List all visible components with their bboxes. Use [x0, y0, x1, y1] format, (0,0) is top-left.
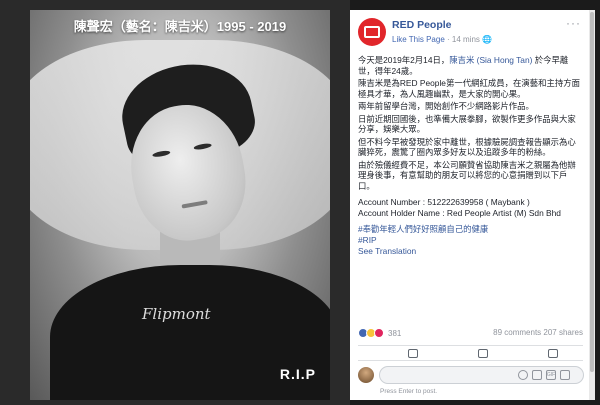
post-text: 今天是2019年2月14日，陳吉米 (Sia Hong Tan) 於今早離世，得…	[358, 55, 584, 257]
post-actions	[358, 345, 583, 361]
hashtag-health[interactable]: #奉勸年輕人們好好照顧自己的健康	[358, 224, 584, 235]
post-paragraph-6: 由於殮儀經費不足，本公司願贊省協助陳吉米之親屬為他辦理身後事，有意幫助的朋友可以…	[358, 159, 576, 191]
account-number: Account Number : 512222639958 ( Maybank …	[358, 197, 530, 207]
camera-icon[interactable]	[532, 370, 542, 380]
post-paragraph-4: 日前近期回國後，也準備大展拳腳，欲製作更多作品與大家分享，娛樂大眾。	[358, 113, 576, 135]
hashtag-rip[interactable]: #RIP	[358, 235, 584, 246]
reactions[interactable]: 381	[358, 328, 401, 338]
rip-text: R.I.P	[279, 366, 316, 382]
mouth	[181, 200, 208, 209]
right-eye	[193, 142, 213, 151]
account-info: Account Number : 512222639958 ( Maybank …	[358, 197, 584, 218]
meta-separator: ·	[447, 35, 450, 44]
page-avatar[interactable]	[358, 18, 386, 46]
more-options-icon[interactable]: ···	[566, 16, 581, 30]
post-paragraph-1: 今天是2019年2月14日，陳吉米 (Sia Hong Tan) 於今早離世，得…	[358, 55, 584, 76]
love-reaction-icon	[374, 328, 384, 338]
press-enter-hint: Press Enter to post.	[380, 388, 438, 395]
like-icon[interactable]	[408, 349, 418, 358]
post-paragraph-3: 兩年前留學台灣，開始創作不少網路影片作品。	[358, 101, 534, 111]
engagement-counts: 89 comments 207 shares	[493, 328, 583, 337]
comment-icon[interactable]	[478, 349, 488, 358]
see-translation-link[interactable]: See Translation	[358, 246, 584, 257]
comment-tools: GIF	[518, 370, 570, 380]
sticker-icon[interactable]	[560, 370, 570, 380]
user-avatar	[358, 367, 374, 383]
shares-count[interactable]: 207 shares	[543, 328, 583, 337]
red-people-logo-icon	[364, 26, 380, 38]
gif-icon[interactable]: GIF	[546, 370, 556, 380]
comment-composer: GIF	[358, 366, 584, 386]
scrollbar[interactable]	[589, 10, 595, 400]
comments-count[interactable]: 89 comments	[493, 328, 541, 337]
post-panel: RED People Like This Page · 14 mins 🌐 ··…	[350, 10, 589, 400]
post-paragraph-2: 陳吉米是為RED People第一代網紅成員，在演藝和主持方面極具才華，為人風趣…	[358, 78, 580, 99]
post-paragraph-5: 但不料今早被發現於家中離世，根據驗屍調查報告顯示為心臟猝死，震驚了圈內眾多好友以…	[358, 136, 576, 158]
left-eye	[152, 149, 171, 158]
globe-icon: 🌐	[482, 35, 493, 44]
like-this-page-link[interactable]: Like This Page	[392, 35, 445, 44]
reaction-count: 381	[388, 328, 402, 338]
post-text-segment: 今天是2019年2月14日，	[358, 55, 450, 65]
share-icon[interactable]	[548, 349, 558, 358]
emoji-icon[interactable]	[518, 370, 528, 380]
photo-title: 陳聲宏（藝名：陳吉米）1995 - 2019	[73, 19, 287, 34]
shirt-logo: Flipmont	[142, 305, 211, 323]
post-time[interactable]: 14 mins	[452, 35, 480, 44]
account-holder: Account Holder Name : Red People Artist …	[358, 207, 561, 218]
photo-viewer: Flipmont 陳聲宏（藝名：陳吉米）1995 - 2019 R.I.P	[0, 0, 350, 405]
post-meta: Like This Page · 14 mins 🌐	[392, 35, 492, 44]
tagged-person-link[interactable]: 陳吉米 (Sia Hong Tan)	[449, 55, 532, 65]
post-header: RED People Like This Page · 14 mins 🌐 ··…	[350, 10, 589, 50]
scroll-thumb[interactable]	[590, 12, 594, 372]
memorial-photo: Flipmont 陳聲宏（藝名：陳吉米）1995 - 2019 R.I.P	[30, 10, 330, 400]
post-stats: 381 89 comments 207 shares	[358, 328, 583, 342]
page-name[interactable]: RED People	[392, 19, 452, 31]
